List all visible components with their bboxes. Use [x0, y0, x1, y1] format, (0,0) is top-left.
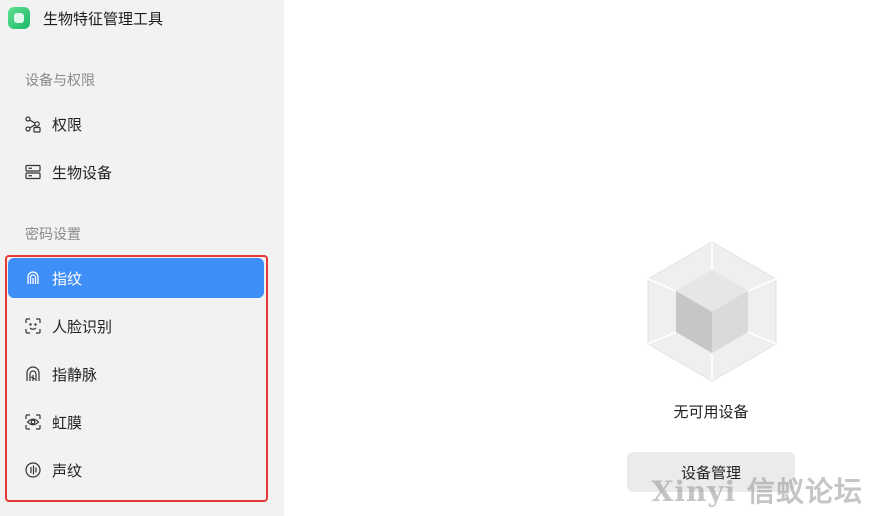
sidebar-item-face-recognition[interactable]: 人脸识别: [8, 306, 264, 346]
fingerprint-icon: [24, 269, 42, 287]
sidebar-item-finger-vein[interactable]: 指静脉: [8, 354, 264, 394]
sidebar-item-bio-devices[interactable]: 生物设备: [8, 152, 264, 192]
empty-cube-icon: [647, 241, 777, 382]
sidebar-item-iris[interactable]: 虹膜: [8, 402, 264, 442]
watermark: Xinyi 信蚁论坛: [651, 475, 863, 508]
device-server-icon: [24, 163, 42, 181]
app-header: 生物特征管理工具: [8, 7, 163, 29]
sidebar-item-label: 权限: [52, 115, 83, 134]
empty-state-text: 无可用设备: [673, 403, 749, 421]
sidebar-item-label: 指纹: [52, 269, 83, 288]
app-title: 生物特征管理工具: [43, 9, 164, 28]
finger-vein-icon: [24, 365, 42, 383]
sidebar-item-label: 指静脉: [52, 365, 98, 384]
sidebar-item-label: 生物设备: [52, 163, 113, 182]
app-logo-icon: [8, 7, 30, 29]
sidebar-item-label: 虹膜: [52, 413, 83, 432]
section-title-devices: 设备与权限: [25, 73, 95, 89]
sidebar-item-fingerprint[interactable]: 指纹: [8, 258, 264, 298]
sidebar-item-voiceprint[interactable]: 声纹: [8, 450, 264, 490]
sidebar-item-permissions[interactable]: 权限: [8, 104, 264, 144]
iris-eye-icon: [24, 413, 42, 431]
sidebar: 生物特征管理工具 设备与权限 权限 生物设备 密码设置 指纹 人脸识别 指静脉 …: [0, 0, 284, 516]
section-title-password: 密码设置: [25, 227, 81, 243]
voiceprint-icon: [24, 461, 42, 479]
face-scan-icon: [24, 317, 42, 335]
sidebar-item-label: 声纹: [52, 461, 83, 480]
permission-nodes-icon: [24, 115, 42, 133]
sidebar-item-label: 人脸识别: [52, 317, 113, 336]
